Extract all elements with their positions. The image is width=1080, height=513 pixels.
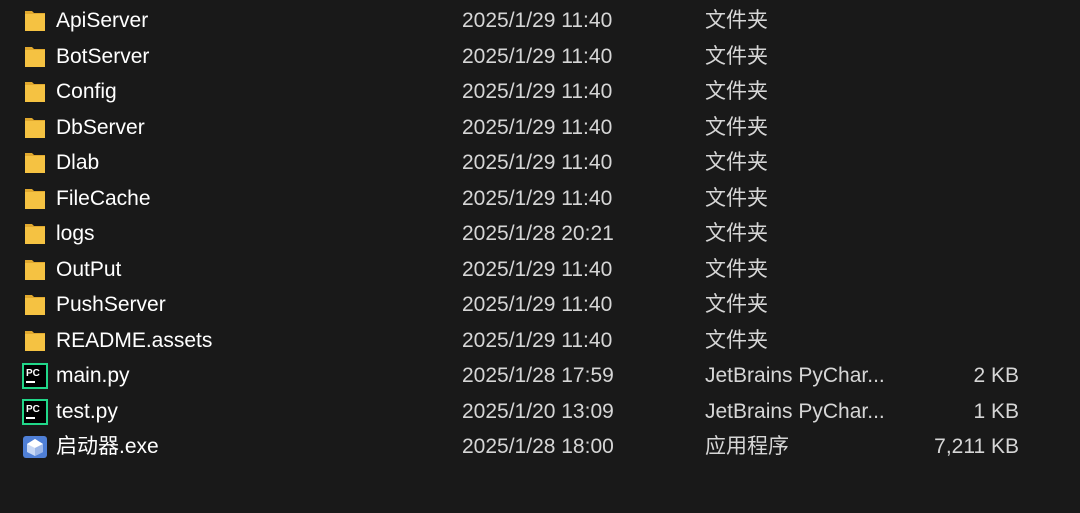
file-name: logs xyxy=(56,222,95,245)
file-type: 文件夹 xyxy=(705,328,768,352)
file-name: PushServer xyxy=(56,293,166,316)
file-row[interactable]: PC main.py 2025/1/28 17:59 JetBrains PyChar… xyxy=(0,358,1080,394)
file-row[interactable]: BotServer 2025/1/29 11:40 文件夹 xyxy=(0,39,1080,75)
file-name: BotServer xyxy=(56,44,150,68)
folder-icon xyxy=(21,186,49,212)
file-row[interactable]: 启动器.exe 2025/1/28 18:00 应用程序 7,211 KB xyxy=(0,429,1080,465)
file-modified-date: 2025/1/29 11:40 xyxy=(462,186,613,210)
folder-icon xyxy=(21,8,49,34)
file-list: ApiServer 2025/1/29 11:40 文件夹 BotServer 2025… xyxy=(0,3,1080,465)
file-type: 应用程序 xyxy=(705,435,789,458)
file-row[interactable]: logs 2025/1/28 20:21 文件夹 xyxy=(0,216,1080,252)
file-type: 文件夹 xyxy=(705,257,768,281)
folder-icon xyxy=(21,221,49,247)
pycharm-file-icon: PC xyxy=(21,398,49,425)
file-name: test.py xyxy=(56,399,118,423)
file-modified-date: 2025/1/20 13:09 xyxy=(462,399,614,423)
file-type: JetBrains PyChar... xyxy=(705,399,885,423)
file-type: 文件夹 xyxy=(705,80,768,103)
folder-icon xyxy=(21,79,49,105)
file-row[interactable]: Config 2025/1/29 11:40 文件夹 xyxy=(0,74,1080,110)
file-type: JetBrains PyChar... xyxy=(705,364,885,387)
file-modified-date: 2025/1/28 20:21 xyxy=(462,222,614,245)
file-name: README.assets xyxy=(56,328,213,352)
file-type: 文件夹 xyxy=(705,115,768,139)
folder-icon xyxy=(21,257,49,283)
folder-icon xyxy=(21,292,49,318)
file-type: 文件夹 xyxy=(705,293,768,316)
file-row[interactable]: PushServer 2025/1/29 11:40 文件夹 xyxy=(0,287,1080,323)
file-type: 文件夹 xyxy=(705,151,768,174)
file-row[interactable]: README.assets 2025/1/29 11:40 文件夹 xyxy=(0,323,1080,359)
svg-text:PC: PC xyxy=(26,404,40,415)
file-name: Config xyxy=(56,80,117,103)
file-modified-date: 2025/1/29 11:40 xyxy=(462,9,613,32)
file-type: 文件夹 xyxy=(705,9,768,32)
file-row[interactable]: ApiServer 2025/1/29 11:40 文件夹 xyxy=(0,3,1080,39)
file-row[interactable]: OutPut 2025/1/29 11:40 文件夹 xyxy=(0,252,1080,288)
file-modified-date: 2025/1/29 11:40 xyxy=(462,151,613,174)
file-modified-date: 2025/1/28 17:59 xyxy=(462,364,614,387)
folder-icon xyxy=(21,328,49,354)
file-row[interactable]: Dlab 2025/1/29 11:40 文件夹 xyxy=(0,145,1080,181)
svg-text:PC: PC xyxy=(26,368,40,379)
exe-app-icon xyxy=(21,434,49,460)
file-size: 1 KB xyxy=(973,399,1019,423)
file-name: DbServer xyxy=(56,115,145,139)
file-size: 7,211 KB xyxy=(934,435,1019,458)
file-modified-date: 2025/1/28 18:00 xyxy=(462,435,614,458)
file-row[interactable]: FileCache 2025/1/29 11:40 文件夹 xyxy=(0,181,1080,217)
file-row[interactable]: PC test.py 2025/1/20 13:09 JetBrains PyChar… xyxy=(0,394,1080,430)
file-name: main.py xyxy=(56,364,130,387)
pycharm-file-icon: PC xyxy=(21,363,49,389)
file-name: 启动器.exe xyxy=(56,435,159,458)
file-modified-date: 2025/1/29 11:40 xyxy=(462,257,613,281)
file-type: 文件夹 xyxy=(705,222,768,245)
file-name: ApiServer xyxy=(56,9,149,32)
file-row[interactable]: DbServer 2025/1/29 11:40 文件夹 xyxy=(0,110,1080,146)
file-name: Dlab xyxy=(56,151,100,174)
file-name: FileCache xyxy=(56,186,151,210)
file-modified-date: 2025/1/29 11:40 xyxy=(462,293,613,316)
file-type: 文件夹 xyxy=(705,186,768,210)
file-modified-date: 2025/1/29 11:40 xyxy=(462,44,613,68)
folder-icon xyxy=(21,150,49,176)
folder-icon xyxy=(21,44,49,70)
folder-icon xyxy=(21,115,49,141)
file-type: 文件夹 xyxy=(705,44,768,68)
file-modified-date: 2025/1/29 11:40 xyxy=(462,80,613,103)
file-name: OutPut xyxy=(56,257,122,281)
file-size: 2 KB xyxy=(973,364,1019,387)
file-modified-date: 2025/1/29 11:40 xyxy=(462,328,613,352)
file-modified-date: 2025/1/29 11:40 xyxy=(462,115,613,139)
